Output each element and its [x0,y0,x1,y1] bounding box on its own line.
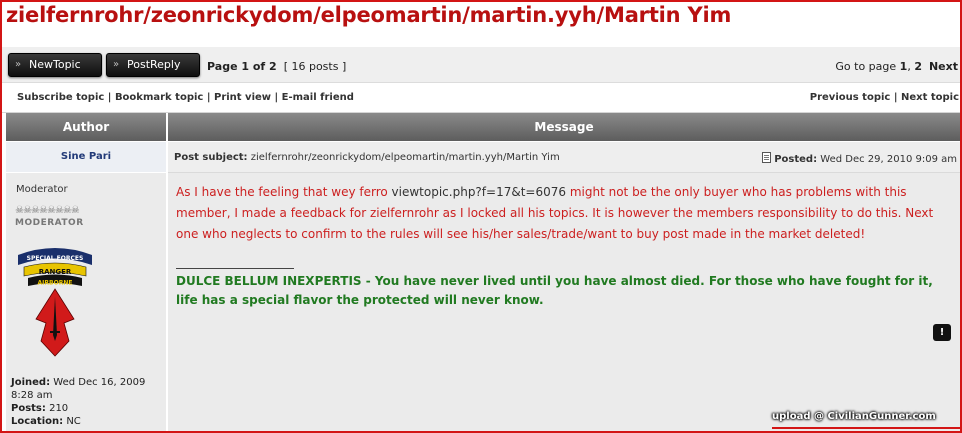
topic-actions: Subscribe topic | Bookmark topic | Print… [17,92,354,103]
email-friend-link[interactable]: E-mail friend [282,92,354,103]
post-message: As I have the feeling that wey ferro vie… [176,185,934,241]
watermark-underline [772,427,960,429]
posts-count: [ 16 posts ] [283,60,347,73]
next-page-link[interactable]: Next [929,60,958,73]
posts-table-header: Author Message [6,113,960,141]
post-subject: Post subject: zielfernrohr/zeonrickydom/… [174,152,560,163]
rank-skulls-icon: ☠☠☠☠☠☠☠☠ [15,205,80,216]
previous-topic-link[interactable]: Previous topic [810,92,891,103]
bookmark-topic-link[interactable]: Bookmark topic [115,92,203,103]
special-forces-insignia-avatar: SPECIAL FORCES RANGER AIRBORNE [18,248,92,357]
svg-text:SPECIAL FORCES: SPECIAL FORCES [27,255,84,262]
subscribe-topic-link[interactable]: Subscribe topic [17,92,104,103]
report-post-button[interactable]: ! [933,324,951,341]
post-document-icon[interactable] [762,152,772,163]
topic-actions-bar: Subscribe topic | Bookmark topic | Print… [2,83,960,113]
post-header-row: Sine Pari Post subject: zielfernrohr/zeo… [6,142,960,173]
message-column-header: Message [168,113,960,141]
post-reply-button[interactable]: » PostReply [106,53,200,77]
print-view-link[interactable]: Print view [214,92,271,103]
post-subject-bar: Post subject: zielfernrohr/zeonrickydom/… [168,142,960,173]
user-profile-info: Joined: Wed Dec 16, 2009 8:28 am Posts: … [11,377,146,427]
post-author-name[interactable]: Sine Pari [6,142,166,172]
topic-navigation: Previous topic | Next topic [809,92,959,103]
post-signature: DULCE BELLUM INEXPERTIS - You have never… [176,274,933,307]
goto-page: Go to page 1, 2 Next [835,60,958,73]
viewtopic-link[interactable]: viewtopic.php?f=17&t=6076 [392,185,566,199]
double-chevron-icon: » [113,59,119,70]
post-body: As I have the feeling that wey ferro vie… [168,173,960,431]
user-rank: Moderator [16,184,68,195]
page-2-link[interactable]: 2 [914,60,922,73]
upload-watermark: upload @ CivilianGunner.com [772,411,936,422]
rank-image-text: MODERATOR [15,218,84,228]
pagination-info: Page 1 of 2 [ 16 posts ] [207,60,347,73]
svg-text:AIRBORNE: AIRBORNE [38,280,73,287]
next-topic-link[interactable]: Next topic [901,92,959,103]
new-topic-button[interactable]: » NewTopic [8,53,102,77]
double-chevron-icon: » [15,59,21,70]
topic-title: zielfernrohr/zeonrickydom/elpeomartin/ma… [6,3,732,27]
topic-toolbar: » NewTopic » PostReply Page 1 of 2 [ 16 … [2,47,960,83]
author-column-header: Author [6,113,166,141]
post-date: Posted: Wed Dec 29, 2010 9:09 am [762,152,957,165]
post-profile-panel: Moderator ☠☠☠☠☠☠☠☠ MODERATOR SPECIAL FOR… [6,173,166,431]
signature-divider [176,268,294,269]
